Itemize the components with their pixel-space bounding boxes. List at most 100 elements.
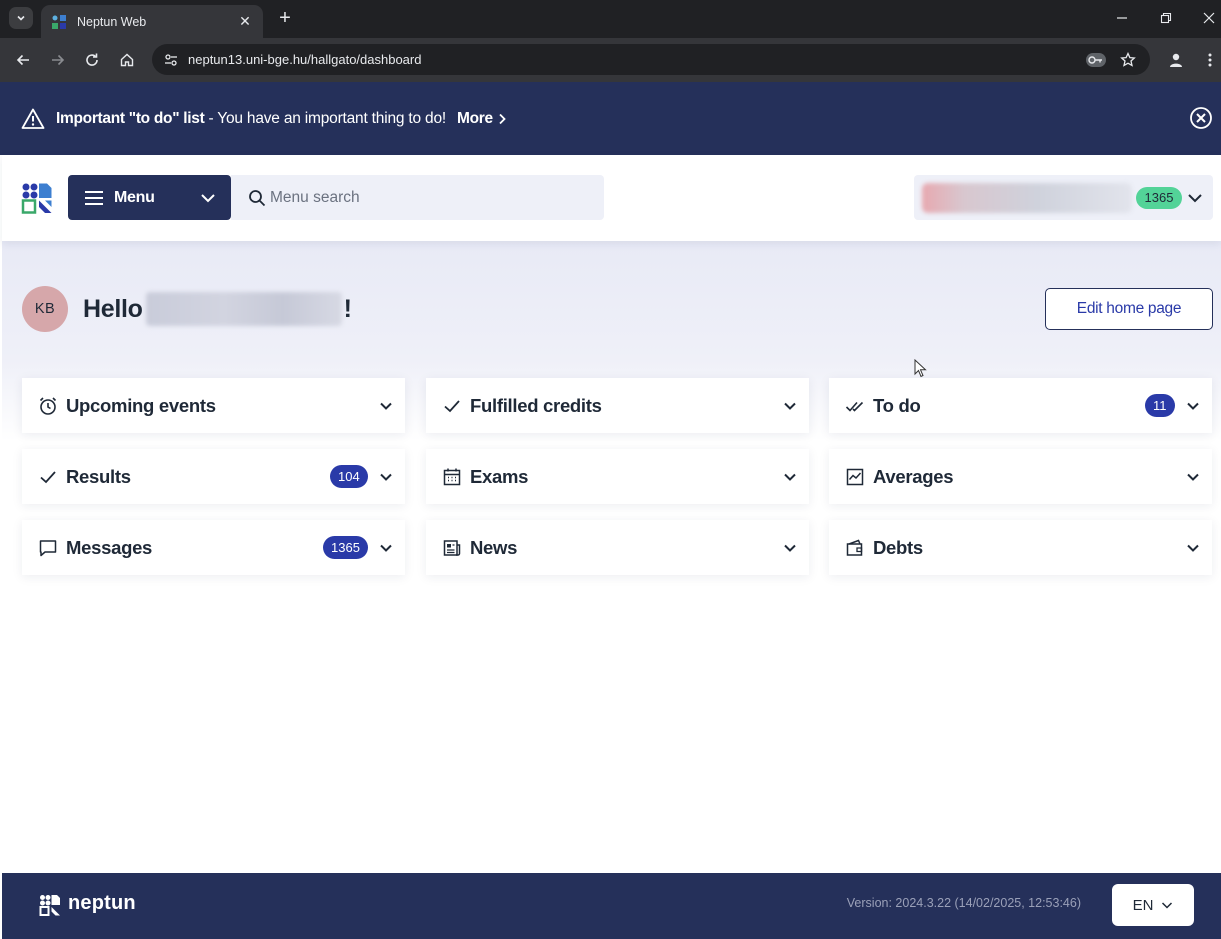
arrow-left-icon: [16, 54, 29, 66]
chevron-down-icon: [1187, 544, 1199, 552]
newspaper-icon: [443, 540, 461, 556]
card-results[interactable]: Results 104: [22, 449, 405, 504]
chevron-down-icon: [380, 402, 392, 410]
banner-more-link[interactable]: More: [457, 110, 507, 128]
card-title: To do: [873, 395, 921, 416]
url-text[interactable]: neptun13.uni-bge.hu/hallgato/dashboard: [188, 52, 421, 67]
minimize-icon: [1117, 17, 1127, 19]
card-fulfilled-credits[interactable]: Fulfilled credits: [426, 378, 809, 433]
check-icon: [444, 400, 460, 413]
search-icon: [249, 189, 266, 206]
restore-icon: [1160, 12, 1172, 24]
card-title: Fulfilled credits: [470, 395, 602, 416]
neptun-favicon-icon: [52, 14, 66, 29]
neptun-logo-icon[interactable]: [21, 182, 53, 214]
home-icon: [120, 53, 134, 67]
user-name-blurred: [922, 183, 1132, 213]
profile-icon: [1170, 53, 1182, 67]
chevron-down-icon: [1187, 402, 1199, 410]
wallet-icon: [846, 539, 863, 556]
menu-button[interactable]: Menu: [68, 175, 231, 220]
more-vertical-icon: [1208, 53, 1212, 67]
app-header: Menu 1365: [2, 155, 1221, 241]
user-name-blurred: [145, 292, 342, 326]
menu-search: [231, 175, 604, 220]
back-button[interactable]: [11, 48, 35, 72]
card-exams[interactable]: Exams: [426, 449, 809, 504]
home-button[interactable]: [115, 48, 139, 72]
card-title: Results: [66, 466, 131, 487]
password-key-button[interactable]: [1084, 48, 1108, 72]
warning-icon: [21, 108, 45, 129]
footer: neptun Version: 2024.3.22 (14/02/2025, 1…: [2, 873, 1221, 939]
restore-button[interactable]: [1156, 8, 1176, 28]
card-title: News: [470, 537, 518, 558]
key-icon: [1086, 53, 1106, 67]
language-select[interactable]: EN: [1112, 884, 1194, 926]
card-debts[interactable]: Debts: [829, 520, 1212, 575]
chevron-down-icon: [1188, 194, 1202, 203]
tab-close-button[interactable]: ✕: [237, 13, 253, 30]
card-to-do[interactable]: To do 11: [829, 378, 1212, 433]
hamburger-icon: [85, 190, 103, 205]
card-title: Averages: [873, 466, 954, 487]
alarm-clock-icon: [39, 397, 57, 415]
todo-banner: Important "to do" list - You have an imp…: [0, 82, 1221, 155]
footer-brand: neptun: [68, 892, 136, 914]
chevron-down-icon: [380, 544, 392, 552]
minimize-button[interactable]: [1112, 8, 1132, 28]
arrow-right-icon: [52, 54, 65, 66]
star-icon: [1120, 52, 1136, 67]
card-count-badge: 104: [330, 465, 368, 488]
close-window-button[interactable]: [1199, 8, 1219, 28]
reload-button[interactable]: [80, 48, 104, 72]
browser-toolbar: neptun13.uni-bge.hu/hallgato/dashboard: [0, 38, 1221, 82]
menu-search-input[interactable]: [270, 188, 590, 207]
user-menu[interactable]: 1365: [914, 175, 1213, 220]
neptun-logo-icon: [39, 895, 60, 916]
version-info: Version: 2024.3.22 (14/02/2025, 12:53:46…: [846, 896, 1081, 910]
greeting-text: Hello: [83, 294, 143, 323]
address-bar[interactable]: neptun13.uni-bge.hu/hallgato/dashboard: [152, 44, 1150, 75]
tune-icon: [165, 53, 177, 66]
chevron-down-icon: [17, 15, 25, 21]
calendar-icon: [443, 468, 461, 486]
profile-button[interactable]: [1164, 48, 1188, 72]
language-label: EN: [1132, 896, 1154, 914]
card-count-badge: 1365: [323, 536, 368, 559]
card-title: Messages: [66, 537, 153, 558]
menu-label: Menu: [114, 188, 155, 206]
browser-menu-button[interactable]: [1198, 48, 1221, 72]
message-icon: [39, 540, 57, 557]
forward-button[interactable]: [46, 48, 70, 72]
avatar: KB: [22, 286, 68, 332]
card-upcoming-events[interactable]: Upcoming events: [22, 378, 405, 433]
chevron-down-icon: [1162, 902, 1173, 909]
check-icon: [40, 471, 56, 484]
chevron-down-icon: [201, 194, 215, 203]
banner-close-button[interactable]: [1189, 106, 1213, 130]
chevron-down-icon: [784, 402, 796, 410]
card-title: Exams: [470, 466, 529, 487]
chevron-down-icon: [784, 473, 796, 481]
greeting-heading: Hello !: [83, 292, 352, 326]
browser-tab[interactable]: Neptun Web ✕: [41, 5, 263, 38]
banner-more-label: More: [456, 109, 493, 127]
close-icon: [1203, 12, 1215, 24]
mouse-cursor-icon: [914, 359, 927, 378]
card-title: Debts: [873, 537, 923, 558]
banner-title: Important "to do" list: [56, 109, 205, 127]
tab-search-button[interactable]: [9, 7, 33, 29]
card-messages[interactable]: Messages 1365: [22, 520, 405, 575]
card-count-badge: 11: [1145, 394, 1175, 417]
line-chart-icon: [846, 468, 864, 486]
double-check-icon: [845, 401, 864, 412]
user-message-badge: 1365: [1136, 187, 1182, 209]
new-tab-button[interactable]: +: [274, 7, 296, 29]
site-info-button[interactable]: [160, 49, 182, 71]
card-news[interactable]: News: [426, 520, 809, 575]
chevron-down-icon: [1187, 473, 1199, 481]
bookmark-button[interactable]: [1116, 48, 1140, 72]
card-averages[interactable]: Averages: [829, 449, 1212, 504]
edit-home-page-button[interactable]: Edit home page: [1045, 288, 1213, 330]
